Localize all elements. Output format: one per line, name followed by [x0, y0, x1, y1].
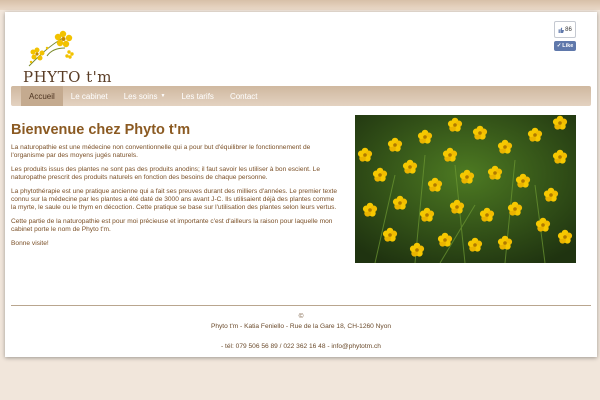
like-count-box: 86	[554, 21, 576, 38]
nav-item-label: Accueil	[29, 91, 55, 101]
page-title: Bienvenue chez Phyto t'm	[11, 122, 191, 138]
like-count: 86	[565, 26, 572, 33]
main-nav: Accueil Le cabinet Les soins ▼ Les tarif…	[11, 86, 591, 106]
check-icon: ✓	[556, 43, 562, 49]
yellow-flowers-photo	[355, 115, 576, 263]
footer-address: Phyto t'm - Katia Feniello - Rue de la G…	[210, 323, 392, 330]
flower-logo-icon	[28, 30, 74, 67]
flowers-image	[355, 115, 576, 263]
nav-item-accueil[interactable]: Accueil	[21, 86, 63, 106]
thumbs-up-icon	[558, 27, 565, 33]
nav-item-le-cabinet[interactable]: Le cabinet	[63, 86, 116, 106]
caret-down-icon: ▼	[160, 93, 166, 99]
paragraph: La phytothérapie est une pratique ancien…	[11, 187, 338, 212]
top-strip	[0, 0, 600, 10]
footer-divider	[11, 305, 591, 306]
paragraph: Cette partie de la naturopathie est pour…	[11, 217, 333, 234]
intro-text: La naturopathie est une médecine non con…	[11, 144, 341, 253]
paragraph: La naturopathie est une médecine non con…	[11, 144, 311, 160]
paragraph: Bonne visite!	[11, 239, 49, 247]
page-container: PHYTO t'm 86 ✓ Like Accueil Le cabinet L…	[5, 12, 597, 357]
nav-item-label: Les tarifs	[181, 91, 214, 101]
logo-text: PHYTO t'm	[23, 68, 113, 86]
nav-item-label: Le cabinet	[70, 91, 108, 101]
copyright: ©	[298, 313, 304, 320]
nav-item-label: Contact	[229, 91, 258, 101]
nav-item-contact[interactable]: Contact	[222, 86, 266, 106]
nav-item-les-soins[interactable]: Les soins ▼	[116, 86, 174, 106]
footer-contact[interactable]: - tél: 079 506 56 89 / 022 362 16 48 - i…	[5, 342, 597, 351]
footer: © Phyto t'm - Katia Feniello - Rue de la…	[5, 312, 597, 351]
facebook-like-button[interactable]: ✓ Like	[554, 41, 576, 51]
nav-item-les-tarifs[interactable]: Les tarifs	[173, 86, 221, 106]
nav-item-label: Les soins	[123, 91, 158, 101]
paragraph: Les produits issus des plantes ne sont p…	[11, 165, 320, 182]
site-logo[interactable]: PHYTO t'm	[17, 26, 112, 92]
like-label: Like	[562, 43, 574, 49]
